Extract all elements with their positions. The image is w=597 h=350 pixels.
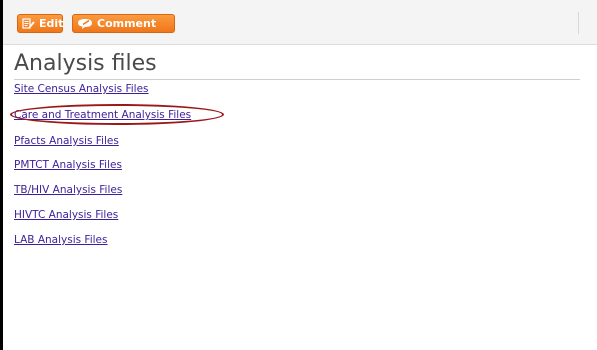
link-hivtc-analysis-files[interactable]: HIVTC Analysis Files bbox=[14, 209, 118, 221]
comment-icon bbox=[77, 18, 93, 30]
link-pfacts-analysis-files[interactable]: Pfacts Analysis Files bbox=[14, 135, 119, 147]
comment-button[interactable]: Comment bbox=[72, 14, 175, 33]
page-title: Analysis files bbox=[14, 51, 580, 80]
link-site-census-analysis-files[interactable]: Site Census Analysis Files bbox=[14, 83, 149, 95]
edit-button[interactable]: Edit bbox=[17, 14, 63, 33]
toolbar-divider bbox=[578, 12, 579, 34]
link-pmtct-analysis-files[interactable]: PMTCT Analysis Files bbox=[14, 159, 122, 171]
comment-button-label: Comment bbox=[97, 17, 157, 30]
link-tb-hiv-analysis-files[interactable]: TB/HIV Analysis Files bbox=[14, 184, 122, 196]
window-left-border bbox=[0, 0, 3, 350]
edit-icon bbox=[22, 17, 35, 30]
page-toolbar: Edit Comment bbox=[3, 0, 597, 45]
link-lab-analysis-files[interactable]: LAB Analysis Files bbox=[14, 234, 107, 246]
highlight-circle-annotation bbox=[10, 104, 224, 125]
edit-button-label: Edit bbox=[39, 17, 64, 30]
